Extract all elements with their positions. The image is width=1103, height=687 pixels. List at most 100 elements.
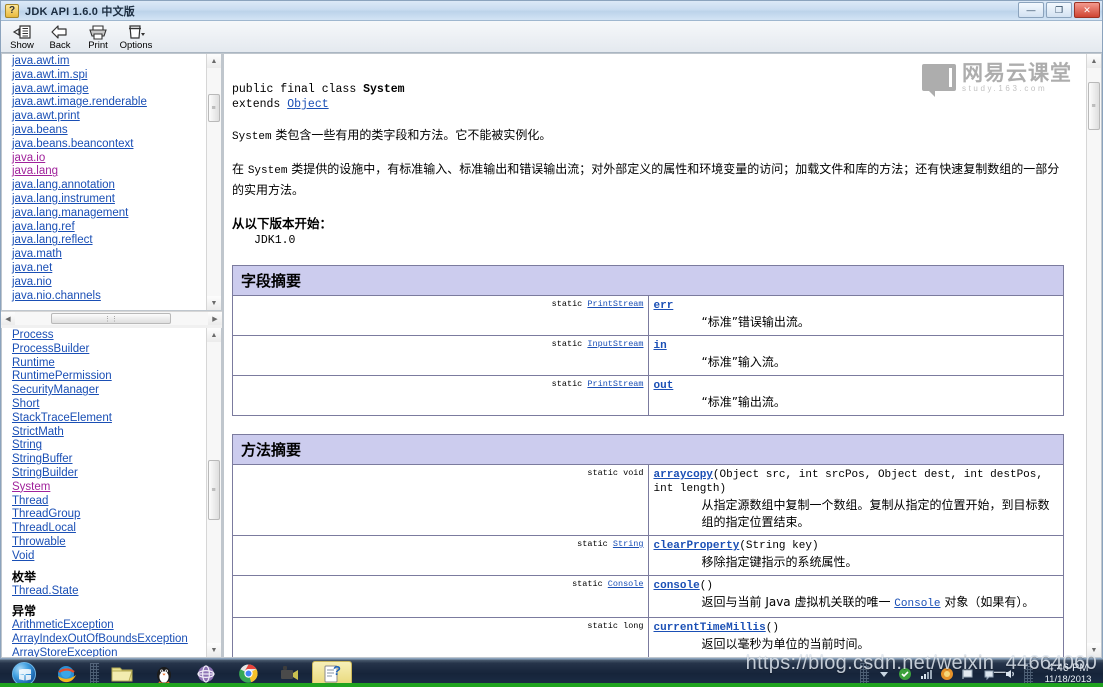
superclass-link[interactable]: Object bbox=[287, 98, 328, 111]
package-link[interactable]: java.lang.reflect bbox=[12, 234, 206, 248]
package-link[interactable]: java.awt.image bbox=[12, 83, 206, 97]
package-link[interactable]: java.awt.im.spi bbox=[12, 69, 206, 83]
method-name-link[interactable]: arraycopy bbox=[654, 469, 713, 481]
print-button[interactable]: Print bbox=[79, 22, 117, 52]
scroll-down-arrow-icon[interactable]: ▼ bbox=[206, 643, 221, 657]
class-link[interactable]: RuntimePermission bbox=[12, 370, 206, 384]
class-list-scrollbar[interactable]: ▲ ≡ ▼ bbox=[206, 328, 221, 657]
class-link[interactable]: ThreadLocal bbox=[12, 522, 206, 536]
options-button[interactable]: Options bbox=[117, 22, 155, 52]
restore-button[interactable]: ❐ bbox=[1046, 2, 1072, 18]
method-name-link[interactable]: clearProperty bbox=[654, 540, 740, 552]
package-link[interactable]: java.lang.annotation bbox=[12, 179, 206, 193]
minimize-button[interactable]: — bbox=[1018, 2, 1044, 18]
flag-icon[interactable] bbox=[959, 665, 976, 682]
class-link[interactable]: System bbox=[12, 481, 206, 495]
volume-icon[interactable] bbox=[1001, 665, 1018, 682]
scroll-up-arrow-icon[interactable]: ▲ bbox=[206, 328, 221, 342]
windows-start-orb-icon bbox=[12, 661, 36, 686]
close-button[interactable]: ✕ bbox=[1074, 2, 1100, 18]
field-type-link[interactable]: PrintStream bbox=[587, 299, 643, 309]
exception-link[interactable]: ArrayStoreException bbox=[12, 647, 206, 657]
class-link[interactable]: StrictMath bbox=[12, 426, 206, 440]
action-center-icon[interactable] bbox=[980, 665, 997, 682]
hscroll-thumb[interactable]: ⋮⋮ bbox=[51, 313, 171, 324]
class-link[interactable]: String bbox=[12, 439, 206, 453]
class-list-panel: Process ProcessBuilder Runtime RuntimePermi… bbox=[1, 328, 222, 658]
scroll-up-arrow-icon[interactable]: ▲ bbox=[206, 54, 221, 68]
method-modifier: static bbox=[587, 621, 624, 631]
scroll-track[interactable]: ≡ bbox=[206, 342, 221, 643]
class-link[interactable]: Void bbox=[12, 550, 206, 564]
class-link[interactable]: StackTraceElement bbox=[12, 412, 206, 426]
scroll-track[interactable]: ≡ bbox=[1086, 68, 1101, 643]
field-type-link[interactable]: InputStream bbox=[587, 339, 643, 349]
class-list[interactable]: Process ProcessBuilder Runtime RuntimePermi… bbox=[2, 328, 206, 657]
taskbar-clock[interactable]: 4:46 PM 11/18/2013 bbox=[1037, 662, 1099, 686]
package-list[interactable]: java.awt.im java.awt.im.spi java.awt.image… bbox=[2, 54, 206, 310]
class-link[interactable]: Throwable bbox=[12, 536, 206, 550]
antivirus-icon[interactable] bbox=[938, 665, 955, 682]
package-link[interactable]: java.net bbox=[12, 262, 206, 276]
window-title: JDK API 1.6.0 中文版 bbox=[25, 5, 135, 18]
shield-icon[interactable] bbox=[896, 665, 913, 682]
method-name-link[interactable]: console bbox=[654, 580, 700, 592]
description-2-text: 类提供的设施中，有标准输入、标准输出和错误输出流；对外部定义的属性和环境变量的访… bbox=[232, 162, 1060, 197]
class-link[interactable]: StringBuffer bbox=[12, 453, 206, 467]
hscroll-track[interactable]: ⋮⋮ bbox=[15, 312, 208, 325]
class-link[interactable]: Runtime bbox=[12, 357, 206, 371]
method-name-link[interactable]: currentTimeMillis bbox=[654, 622, 766, 634]
class-link[interactable]: ThreadGroup bbox=[12, 508, 206, 522]
exception-link[interactable]: ArrayIndexOutOfBoundsException bbox=[12, 633, 206, 647]
field-type-link[interactable]: PrintStream bbox=[587, 379, 643, 389]
class-link[interactable]: Thread bbox=[12, 495, 206, 509]
class-link[interactable]: SecurityManager bbox=[12, 384, 206, 398]
field-row: static InputStream in “标准”输入流。 bbox=[232, 335, 1064, 376]
package-list-scrollbar[interactable]: ▲ ≡ ▼ bbox=[206, 54, 221, 310]
class-link[interactable]: ProcessBuilder bbox=[12, 343, 206, 357]
watermark-chinese-text: 网易云课堂 bbox=[962, 61, 1072, 85]
show-hidden-icon[interactable] bbox=[875, 665, 892, 682]
hscroll-right-arrow-icon[interactable]: ▶ bbox=[208, 312, 222, 325]
enum-link[interactable]: Thread.State bbox=[12, 585, 206, 599]
field-name-link[interactable]: err bbox=[654, 300, 674, 312]
field-name-link[interactable]: out bbox=[654, 380, 674, 392]
package-link[interactable]: java.io bbox=[12, 152, 206, 166]
package-link[interactable]: java.lang.management bbox=[12, 207, 206, 221]
exception-link[interactable]: ArithmeticException bbox=[12, 619, 206, 633]
method-description-link[interactable]: Console bbox=[894, 598, 940, 610]
show-button[interactable]: Show bbox=[3, 22, 41, 52]
package-link[interactable]: java.awt.im bbox=[12, 55, 206, 69]
method-return-type-link[interactable]: String bbox=[613, 539, 644, 549]
package-link[interactable]: java.awt.print bbox=[12, 110, 206, 124]
scroll-thumb[interactable]: ≡ bbox=[207, 94, 220, 122]
field-name-link[interactable]: in bbox=[654, 340, 667, 352]
method-modifier-and-type: static long bbox=[232, 617, 649, 657]
package-link[interactable]: java.beans bbox=[12, 124, 206, 138]
documentation-scrollbar[interactable]: ▲ ≡ ▼ bbox=[1086, 54, 1101, 657]
scroll-thumb[interactable]: ≡ bbox=[1087, 82, 1100, 130]
package-list-hscrollbar[interactable]: ◀ ⋮⋮ ▶ bbox=[1, 311, 222, 325]
package-link[interactable]: java.lang bbox=[12, 165, 206, 179]
scroll-track[interactable]: ≡ bbox=[206, 68, 221, 296]
hscroll-left-arrow-icon[interactable]: ◀ bbox=[1, 312, 15, 325]
class-link[interactable]: StringBuilder bbox=[12, 467, 206, 481]
scroll-up-arrow-icon[interactable]: ▲ bbox=[1086, 54, 1101, 68]
scroll-down-arrow-icon[interactable]: ▼ bbox=[1086, 643, 1101, 657]
class-link[interactable]: Short bbox=[12, 398, 206, 412]
back-button[interactable]: Back bbox=[41, 22, 79, 52]
package-link[interactable]: java.beans.beancontext bbox=[12, 138, 206, 152]
network-icon[interactable] bbox=[917, 665, 934, 682]
class-link[interactable]: Process bbox=[12, 329, 206, 343]
method-return-type-link[interactable]: Console bbox=[608, 579, 644, 589]
field-description: “标准”输出流。 bbox=[701, 395, 786, 409]
method-signature: clearProperty(String key) bbox=[654, 539, 1060, 553]
scroll-down-arrow-icon[interactable]: ▼ bbox=[206, 296, 221, 310]
scroll-thumb[interactable]: ≡ bbox=[207, 460, 220, 520]
package-link[interactable]: java.nio bbox=[12, 276, 206, 290]
package-link[interactable]: java.nio.channels bbox=[12, 290, 206, 304]
package-link[interactable]: java.awt.image.renderable bbox=[12, 96, 206, 110]
package-link[interactable]: java.lang.ref bbox=[12, 221, 206, 235]
package-link[interactable]: java.lang.instrument bbox=[12, 193, 206, 207]
package-link[interactable]: java.math bbox=[12, 248, 206, 262]
